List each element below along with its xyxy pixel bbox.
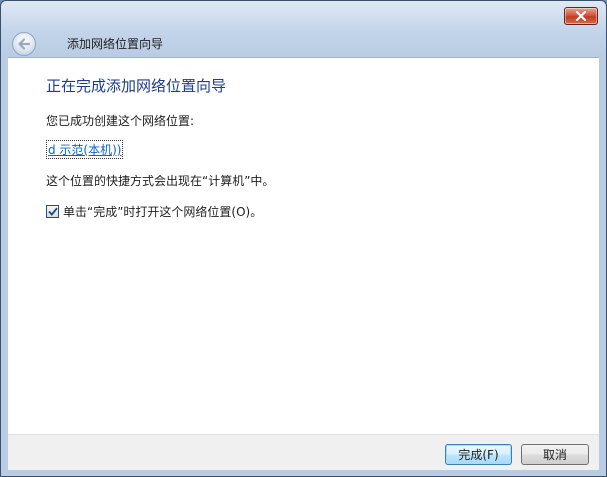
page-heading: 正在完成添加网络位置向导	[46, 77, 227, 95]
title-bar[interactable]: 添加网络位置向导	[1, 1, 606, 57]
open-location-checkbox[interactable]	[46, 205, 59, 218]
cancel-button[interactable]: 取消	[521, 444, 589, 465]
open-location-label: 单击“完成”时打开这个网络位置(O)。	[63, 205, 263, 219]
finish-button[interactable]: 完成(F)	[445, 444, 512, 465]
back-button[interactable]	[12, 32, 36, 56]
wizard-content: 正在完成添加网络位置向导 您已成功创建这个网络位置: d 示范(本机)) 这个位…	[8, 57, 599, 434]
wizard-window: 添加网络位置向导 正在完成添加网络位置向导 您已成功创建这个网络位置: d 示范…	[0, 0, 607, 477]
back-arrow-icon	[18, 38, 31, 50]
wizard-title: 添加网络位置向导	[67, 37, 164, 51]
shortcut-info-text: 这个位置的快捷方式会出现在“计算机”中。	[46, 174, 275, 188]
close-button[interactable]	[564, 7, 598, 25]
checkmark-icon	[47, 207, 58, 216]
network-location-link[interactable]: d 示范(本机))	[46, 140, 124, 159]
button-bar: 完成(F) 取消	[8, 434, 599, 470]
close-icon	[575, 11, 587, 21]
success-text: 您已成功创建这个网络位置:	[46, 114, 195, 128]
open-location-option[interactable]: 单击“完成”时打开这个网络位置(O)。	[46, 203, 262, 220]
